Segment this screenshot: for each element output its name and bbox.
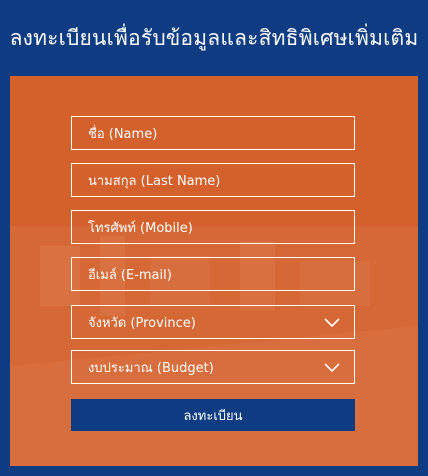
budget-select[interactable]: งบประมาณ (Budget): [71, 350, 355, 384]
last-name-field-placeholder: นามสกุล (Last Name): [88, 173, 221, 189]
budget-select-placeholder: งบประมาณ (Budget): [88, 360, 214, 376]
last-name-field[interactable]: นามสกุล (Last Name): [71, 163, 355, 197]
registration-form: ชื่อ (Name) นามสกุล (Last Name) โทรศัพท์…: [10, 76, 418, 466]
email-field[interactable]: อีเมล์ (E-mail): [71, 257, 355, 291]
mobile-field[interactable]: โทรศัพท์ (Mobile): [71, 210, 355, 244]
chevron-down-icon: [324, 318, 340, 328]
province-select-placeholder: จังหวัด (Province): [88, 315, 196, 331]
mobile-field-placeholder: โทรศัพท์ (Mobile): [88, 220, 193, 236]
province-select[interactable]: จังหวัด (Province): [71, 305, 355, 339]
page-title: ลงทะเบียนเพื่อรับข้อมูลและสิทธิพิเศษเพิ่…: [9, 25, 419, 50]
email-field-placeholder: อีเมล์ (E-mail): [88, 267, 172, 283]
name-field-placeholder: ชื่อ (Name): [88, 126, 158, 142]
name-field[interactable]: ชื่อ (Name): [71, 116, 355, 150]
page-header: ลงทะเบียนเพื่อรับข้อมูลและสิทธิพิเศษเพิ่…: [0, 0, 428, 76]
chevron-down-icon: [324, 363, 340, 373]
register-button[interactable]: ลงทะเบียน: [71, 399, 355, 431]
